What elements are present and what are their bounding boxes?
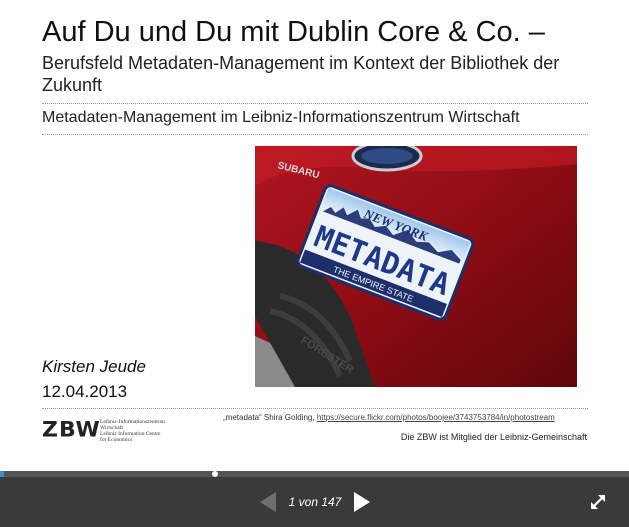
zbw-logo-line: for Economics xyxy=(100,437,133,443)
zbw-logo-mark: ZBW xyxy=(42,418,101,443)
photo-credit-text: „metadata“ Shira Golding, xyxy=(223,413,315,422)
membership-note: Die ZBW ist Mitglied der Leibniz-Gemeins… xyxy=(400,432,587,442)
fullscreen-button[interactable] xyxy=(588,492,608,512)
fullscreen-arrows-icon xyxy=(591,495,605,509)
next-slide-button[interactable] xyxy=(352,491,372,513)
zbw-logo: ZBW Leibniz-Informationszentrum Wirtscha… xyxy=(42,418,182,444)
previous-slide-button[interactable] xyxy=(258,491,278,513)
divider xyxy=(42,103,588,104)
photo-credit: „metadata“ Shira Golding, https://secure… xyxy=(223,413,593,422)
slide-title: Auf Du und Du mit Dublin Core & Co. – xyxy=(42,16,545,48)
zbw-logo-text: Leibniz-Informationszentrum Wirtschaft L… xyxy=(100,419,165,443)
photo-credit-link[interactable]: https://secure.flickr.com/photos/boojee/… xyxy=(317,413,555,422)
slide: Auf Du und Du mit Dublin Core & Co. – Be… xyxy=(0,0,629,471)
prev-triangle-icon xyxy=(260,492,276,512)
divider xyxy=(42,134,588,135)
organization-line: Metadaten-Management im Leibniz-Informat… xyxy=(42,109,520,126)
page-indicator: 1 von 147 xyxy=(288,495,342,509)
license-plate-photo: SUBARU NEW YORK METADATA THE EMPIRE STAT… xyxy=(255,146,577,387)
next-triangle-icon xyxy=(354,492,370,512)
divider xyxy=(42,408,588,409)
author-name: Kirsten Jeude xyxy=(42,357,146,376)
presentation-date: 12.04.2013 xyxy=(42,382,128,401)
player-controls: 1 von 147 xyxy=(0,477,629,527)
slide-subtitle: Berufsfeld Metadaten-Management im Konte… xyxy=(42,53,560,95)
